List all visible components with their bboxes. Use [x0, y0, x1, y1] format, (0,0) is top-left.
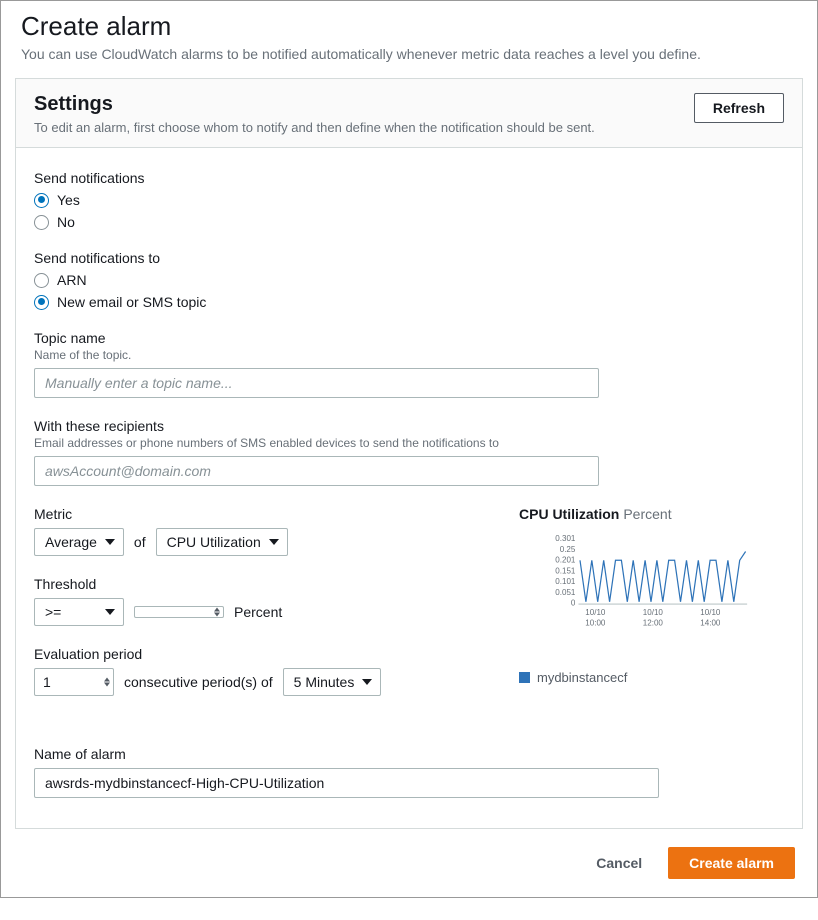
chart-column: CPU UtilizationPercent 0.301 0.25 0.201 … [519, 506, 784, 716]
refresh-button[interactable]: Refresh [694, 93, 784, 123]
metric-stat-select[interactable]: Average [34, 528, 124, 556]
recipients-input[interactable] [34, 456, 599, 486]
topic-name-input[interactable] [34, 368, 599, 398]
recipients-hint: Email addresses or phone numbers of SMS … [34, 436, 784, 450]
alarm-name-input[interactable] [34, 768, 659, 798]
page-subtitle: You can use CloudWatch alarms to be noti… [21, 46, 797, 62]
topic-name-label: Topic name [34, 330, 784, 346]
send-notifications-field: Send notifications Yes No [34, 170, 784, 230]
threshold-field: Threshold >= [34, 576, 489, 626]
step-down-icon[interactable] [104, 683, 110, 687]
modal-footer: Cancel Create alarm [1, 829, 817, 897]
evaluation-text: consecutive period(s) of [124, 674, 273, 690]
threshold-value-input[interactable] [134, 606, 224, 618]
threshold-operator-value: >= [45, 604, 61, 620]
cancel-button[interactable]: Cancel [586, 849, 652, 877]
svg-text:10/10: 10/10 [643, 608, 664, 617]
radio-label: New email or SMS topic [57, 294, 206, 310]
svg-text:0.051: 0.051 [555, 588, 576, 597]
settings-subtitle: To edit an alarm, first choose whom to n… [34, 120, 784, 135]
chart-svg: 0.301 0.25 0.201 0.151 0.101 0.051 0 [519, 532, 779, 647]
topic-name-hint: Name of the topic. [34, 348, 784, 362]
radio-send-no[interactable]: No [34, 214, 784, 230]
evaluation-count-value: 1 [43, 674, 51, 690]
x-axis: 10/10 10:00 10/10 12:00 10/10 14:00 [585, 608, 721, 628]
chevron-down-icon [269, 539, 279, 545]
radio-icon [34, 273, 49, 288]
chart-line [580, 551, 746, 601]
legend-swatch-icon [519, 672, 530, 683]
alarm-name-field: Name of alarm [34, 746, 784, 798]
radio-label: Yes [57, 192, 80, 208]
chart-unit: Percent [623, 506, 671, 522]
evaluation-period-select[interactable]: 5 Minutes [283, 668, 382, 696]
svg-text:0.301: 0.301 [555, 534, 576, 543]
svg-text:0.25: 0.25 [560, 545, 576, 554]
chart-title: CPU UtilizationPercent [519, 506, 784, 522]
number-stepper[interactable] [104, 678, 110, 687]
radio-icon [34, 295, 49, 310]
evaluation-label: Evaluation period [34, 646, 489, 662]
metric-name-select[interactable]: CPU Utilization [156, 528, 288, 556]
radio-label: No [57, 214, 75, 230]
step-up-icon[interactable] [214, 608, 220, 612]
metric-name-value: CPU Utilization [167, 534, 261, 550]
radio-label: ARN [57, 272, 87, 288]
alarm-name-label: Name of alarm [34, 746, 784, 762]
radio-sendto-newtopic[interactable]: New email or SMS topic [34, 294, 784, 310]
threshold-unit: Percent [234, 604, 282, 620]
settings-panel: Settings To edit an alarm, first choose … [15, 78, 803, 829]
chevron-down-icon [105, 539, 115, 545]
create-alarm-modal: Create alarm You can use CloudWatch alar… [0, 0, 818, 898]
legend-label: mydbinstancecf [537, 670, 627, 685]
metric-stat-value: Average [45, 534, 97, 550]
create-alarm-button[interactable]: Create alarm [668, 847, 795, 879]
chart-title-text: CPU Utilization [519, 506, 619, 522]
radio-sendto-arn[interactable]: ARN [34, 272, 784, 288]
send-to-field: Send notifications to ARN New email or S… [34, 250, 784, 310]
radio-send-yes[interactable]: Yes [34, 192, 784, 208]
of-text: of [134, 534, 146, 550]
metric-field: Metric Average of CPU Utilization [34, 506, 489, 556]
svg-text:0.151: 0.151 [555, 566, 576, 575]
threshold-label: Threshold [34, 576, 489, 592]
svg-text:10/10: 10/10 [585, 608, 606, 617]
svg-text:10/10: 10/10 [700, 608, 721, 617]
step-down-icon[interactable] [214, 613, 220, 617]
page-title: Create alarm [21, 11, 797, 42]
modal-header: Create alarm You can use CloudWatch alar… [1, 1, 817, 78]
settings-title: Settings [34, 93, 784, 116]
metric-label: Metric [34, 506, 489, 522]
step-up-icon[interactable] [104, 678, 110, 682]
y-axis: 0.301 0.25 0.201 0.151 0.101 0.051 0 [555, 534, 576, 607]
metric-and-chart-row: Metric Average of CPU Utilization [34, 506, 784, 716]
evaluation-field: Evaluation period 1 consecutive period(s… [34, 646, 489, 696]
recipients-field: With these recipients Email addresses or… [34, 418, 784, 486]
send-to-label: Send notifications to [34, 250, 784, 266]
svg-text:14:00: 14:00 [700, 619, 721, 628]
chevron-down-icon [105, 609, 115, 615]
topic-name-field: Topic name Name of the topic. [34, 330, 784, 398]
cpu-chart: 0.301 0.25 0.201 0.151 0.101 0.051 0 [519, 532, 784, 650]
svg-text:12:00: 12:00 [643, 619, 664, 628]
settings-header: Settings To edit an alarm, first choose … [16, 79, 802, 148]
evaluation-period-value: 5 Minutes [294, 674, 355, 690]
threshold-operator-select[interactable]: >= [34, 598, 124, 626]
svg-text:0.101: 0.101 [555, 577, 576, 586]
svg-text:0.201: 0.201 [555, 556, 576, 565]
svg-text:0: 0 [571, 599, 576, 608]
metric-column: Metric Average of CPU Utilization [34, 506, 489, 716]
radio-icon [34, 215, 49, 230]
number-stepper[interactable] [214, 608, 220, 617]
settings-body: Send notifications Yes No Send notificat… [16, 148, 802, 828]
radio-icon [34, 193, 49, 208]
evaluation-count-input[interactable]: 1 [34, 668, 114, 696]
svg-text:10:00: 10:00 [585, 619, 606, 628]
chevron-down-icon [362, 679, 372, 685]
send-notifications-label: Send notifications [34, 170, 784, 186]
recipients-label: With these recipients [34, 418, 784, 434]
chart-legend: mydbinstancecf [519, 670, 784, 685]
